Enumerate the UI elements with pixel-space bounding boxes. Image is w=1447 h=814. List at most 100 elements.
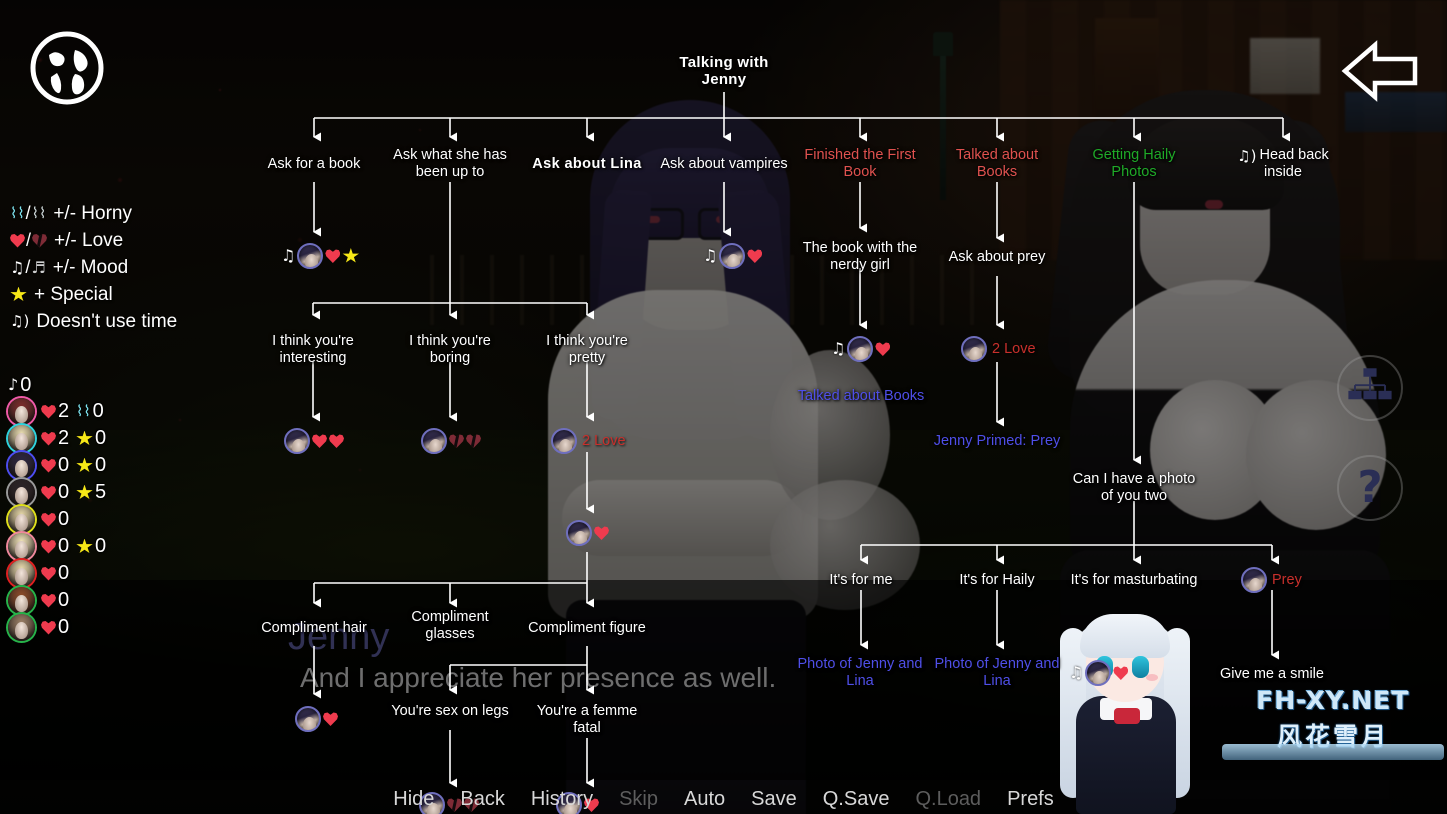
character-avatar[interactable] bbox=[8, 614, 35, 641]
character-avatar[interactable] bbox=[8, 560, 35, 587]
tree-node-head_back[interactable]: ♫) Head back inside bbox=[1213, 147, 1353, 181]
character-avatar[interactable] bbox=[8, 479, 35, 506]
character-stat-row[interactable]: 00 bbox=[8, 533, 107, 560]
character-stat-row[interactable]: 00 bbox=[8, 452, 107, 479]
character-avatar[interactable] bbox=[8, 425, 35, 452]
secondary-value: 0 bbox=[95, 535, 107, 557]
character-portrait-icon bbox=[551, 428, 577, 454]
back-arrow-icon[interactable] bbox=[1341, 40, 1419, 102]
star-icon bbox=[76, 484, 93, 500]
character-stat-row[interactable]: 05 bbox=[8, 479, 107, 506]
love-value: 2 bbox=[58, 427, 70, 449]
global-mood-row: ♪ 0 bbox=[8, 372, 107, 398]
character-stat-row[interactable]: 0 bbox=[8, 587, 107, 614]
tree-node-label: The book with the nerdy girl bbox=[802, 240, 918, 273]
tree-node-photo_two[interactable]: Can I have a photo of you two bbox=[1044, 471, 1224, 505]
tree-node-label: Compliment figure bbox=[528, 620, 646, 636]
tree-node-label: It's for Haily bbox=[959, 572, 1035, 588]
tree-node-primed_prey[interactable]: Jenny Primed: Prey bbox=[897, 433, 1097, 450]
character-avatar[interactable] bbox=[8, 533, 35, 560]
character-stat-row[interactable]: 20 bbox=[8, 425, 107, 452]
secondary-stat: 0 bbox=[76, 535, 107, 558]
separator: / bbox=[26, 230, 32, 250]
quickmenu-q-save[interactable]: Q.Save bbox=[823, 788, 890, 811]
love-stat: 0 bbox=[41, 454, 70, 477]
character-avatar[interactable] bbox=[8, 398, 35, 425]
legend-label: +/- Mood bbox=[52, 256, 129, 278]
legend-label: + Special bbox=[34, 283, 113, 305]
legend-panel: ⌇⌇ / ⌇⌇ +/- Horny / +/- Love ♫ / ♬ +/- Mood + Spec… bbox=[10, 200, 177, 335]
tree-node-pretty[interactable]: I think you're pretty bbox=[507, 333, 667, 367]
question-mark-icon[interactable]: ? bbox=[1337, 455, 1403, 521]
tree-node-label: Ask what she has been up to bbox=[393, 147, 507, 180]
tree-node-talked_books[interactable]: Talked about Books bbox=[922, 147, 1072, 181]
legend-label: +/- Love bbox=[54, 229, 124, 251]
tree-effect-e_boring bbox=[421, 428, 481, 454]
legend-label: +/- Horny bbox=[53, 202, 132, 224]
flowchart-icon[interactable] bbox=[1337, 355, 1403, 421]
love-stat: 0 bbox=[41, 616, 70, 639]
love-value: 0 bbox=[58, 508, 70, 530]
tree-node-for_masturb[interactable]: It's for masturbating bbox=[1039, 572, 1229, 589]
horny-up-icon: ⌇⌇ bbox=[10, 204, 25, 222]
tree-node-label: Can I have a photo of you two bbox=[1072, 471, 1196, 504]
legend-icons: ⌇⌇ / ⌇⌇ bbox=[10, 203, 46, 224]
legend-icons: ♫ / ♬ bbox=[10, 257, 46, 278]
character-stat-row[interactable]: 0 bbox=[8, 506, 107, 533]
global-mood-value: 0 bbox=[20, 373, 32, 396]
tree-node-ask_prey[interactable]: Ask about prey bbox=[917, 249, 1077, 266]
heart-icon bbox=[594, 526, 609, 540]
heart-icon bbox=[747, 249, 763, 263]
separator: / bbox=[25, 203, 31, 223]
character-stat-row[interactable]: 2 ⌇⌇ 0 bbox=[8, 398, 107, 425]
character-avatar[interactable] bbox=[8, 506, 35, 533]
separator: / bbox=[25, 257, 31, 277]
quickmenu-hide[interactable]: Hide bbox=[393, 788, 434, 811]
tree-node-label: Jenny Primed: Prey bbox=[933, 433, 1061, 449]
tree-node-interesting[interactable]: I think you're interesting bbox=[233, 333, 393, 367]
quickmenu-back[interactable]: Back bbox=[460, 788, 504, 811]
quickmenu-save[interactable]: Save bbox=[751, 788, 797, 811]
tree-node-haily_photo[interactable]: Getting Haily Photos bbox=[1054, 147, 1214, 181]
tree-node-photo_jl_2[interactable]: Photo of Jenny and Lina bbox=[907, 656, 1087, 690]
love-value: 2 bbox=[58, 400, 70, 422]
tree-node-label: Talking with Jenny bbox=[679, 54, 769, 88]
quickmenu-history[interactable]: History bbox=[531, 788, 593, 811]
globe-icon[interactable] bbox=[27, 28, 107, 108]
tree-node-smile[interactable]: Give me a smile bbox=[1192, 666, 1352, 683]
love-stat: 0 bbox=[41, 589, 70, 612]
character-stat-row[interactable]: 0 bbox=[8, 560, 107, 587]
tree-node-books_flag[interactable]: Talked about Books bbox=[756, 388, 966, 405]
legend-row: + Special bbox=[10, 281, 177, 308]
love-value: 0 bbox=[58, 562, 70, 584]
tree-node-root[interactable]: Talking with Jenny bbox=[639, 54, 809, 88]
tree-node-comp_hair[interactable]: Compliment hair bbox=[229, 620, 399, 637]
tree-node-label: Ask about Lina bbox=[532, 156, 642, 172]
heart-icon bbox=[323, 712, 338, 726]
quickmenu-prefs[interactable]: Prefs bbox=[1007, 788, 1054, 811]
secondary-value: 5 bbox=[95, 481, 107, 503]
tree-node-label: Finished the First Book bbox=[804, 147, 916, 180]
love-value: 0 bbox=[58, 589, 70, 611]
character-portrait-icon bbox=[719, 243, 746, 269]
legend-icons: / bbox=[10, 230, 48, 251]
tree-node-boring[interactable]: I think you're boring bbox=[370, 333, 530, 367]
legend-row: / +/- Love bbox=[10, 227, 177, 254]
tree-node-femme_fatal[interactable]: You're a femme fatal bbox=[507, 703, 667, 737]
tree-node-label: Talked about Books bbox=[797, 388, 925, 404]
quickmenu-auto[interactable]: Auto bbox=[684, 788, 725, 811]
tree-node-fin_book[interactable]: Finished the First Book bbox=[775, 147, 945, 181]
tree-node-for_me[interactable]: It's for me bbox=[786, 572, 936, 589]
tree-node-comp_figure[interactable]: Compliment figure bbox=[497, 620, 677, 637]
secondary-stat: 0 bbox=[76, 427, 107, 450]
character-avatar[interactable] bbox=[8, 452, 35, 479]
character-avatar[interactable] bbox=[8, 587, 35, 614]
heart-icon bbox=[312, 434, 327, 448]
tree-node-label: Photo of Jenny and Lina bbox=[797, 656, 923, 689]
horny-up-icon: ⌇⌇ bbox=[76, 402, 91, 420]
star-icon bbox=[342, 248, 360, 263]
heart-icon bbox=[10, 234, 25, 248]
music-note-up-icon: ♫ bbox=[1069, 663, 1084, 682]
broken-heart-icon bbox=[32, 234, 48, 248]
character-stat-row[interactable]: 0 bbox=[8, 614, 107, 641]
